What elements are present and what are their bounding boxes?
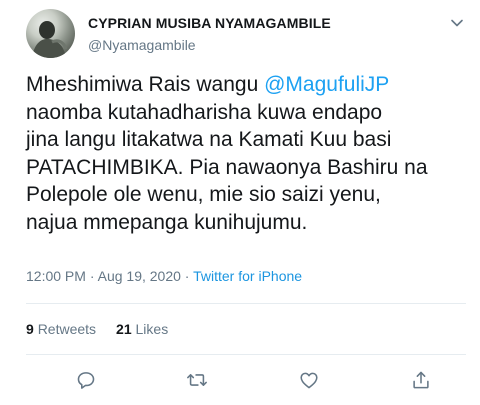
tweet-source-link[interactable]: Twitter for iPhone	[193, 268, 302, 284]
divider	[26, 303, 466, 304]
retweets-stat[interactable]: 9 Retweets	[26, 321, 96, 337]
meta-separator: ·	[85, 268, 98, 284]
likes-stat[interactable]: 21 Likes	[116, 321, 168, 337]
divider	[26, 354, 466, 355]
likes-label: Likes	[135, 321, 169, 337]
tweet-time[interactable]: 12:00 PM	[26, 268, 86, 284]
tweet-text: Mheshimiwa Rais wangu @MagufuliJP naomba…	[26, 71, 466, 236]
meta-separator: ·	[180, 268, 194, 284]
reply-icon[interactable]	[75, 369, 97, 391]
retweets-count: 9	[26, 321, 34, 337]
author-handle[interactable]: @Nyamagambile	[88, 37, 196, 53]
tweet-card: CYPRIAN MUSIBA NYAMAGAMBILE @Nyamagambil…	[0, 0, 480, 405]
tweet-meta: 12:00 PM · Aug 19, 2020 · Twitter for iP…	[26, 268, 302, 284]
avatar[interactable]	[26, 9, 75, 58]
likes-count: 21	[116, 321, 132, 337]
chevron-down-icon[interactable]	[447, 13, 467, 33]
heart-icon[interactable]	[298, 369, 320, 391]
retweets-label: Retweets	[37, 321, 97, 337]
tweet-stats: 9 Retweets 21 Likes	[26, 321, 168, 337]
retweet-icon[interactable]	[186, 369, 208, 391]
author-name[interactable]: CYPRIAN MUSIBA NYAMAGAMBILE	[88, 15, 331, 31]
tweet-text-part: Mheshimiwa Rais wangu	[26, 73, 265, 96]
mention-link[interactable]: @MagufuliJP	[264, 73, 389, 96]
tweet-text-part: naomba kutahadharisha kuwa endapo jina l…	[26, 100, 428, 234]
tweet-date[interactable]: Aug 19, 2020	[98, 268, 181, 284]
share-icon[interactable]	[410, 369, 432, 391]
